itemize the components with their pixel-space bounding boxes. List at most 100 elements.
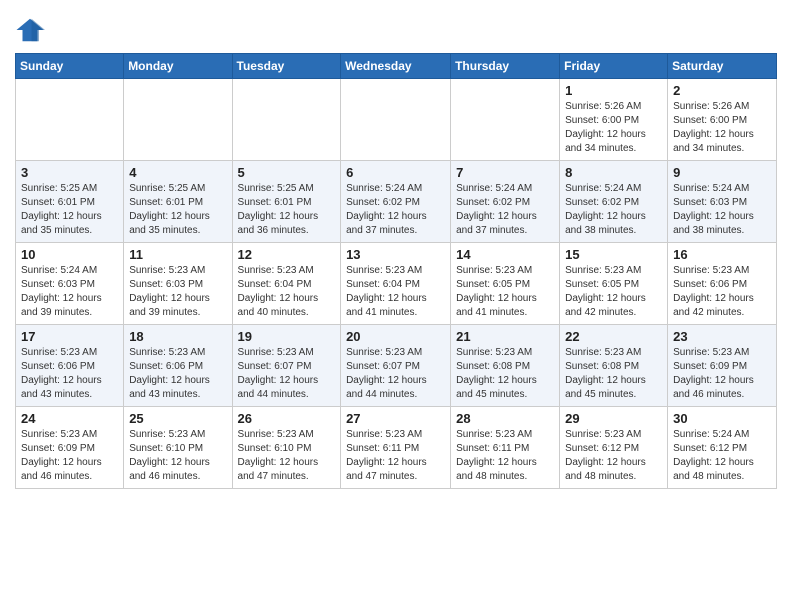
calendar-cell: 27Sunrise: 5:23 AM Sunset: 6:11 PM Dayli… — [341, 407, 451, 489]
day-info: Sunrise: 5:23 AM Sunset: 6:07 PM Dayligh… — [238, 346, 336, 402]
week-row-4: 17 Sunrise: 5:23 AM Sunset: 6:06 PM Dayli… — [16, 325, 777, 407]
week-row-5: 24 Sunrise: 5:23 AM Sunset: 6:09 PM Dayli… — [16, 407, 777, 489]
calendar-cell: 29 Sunrise: 5:23 AM Sunset: 6:12 PM Dayli… — [560, 407, 668, 489]
calendar-cell: 13Sunrise: 5:23 AM Sunset: 6:04 PM Dayli… — [341, 243, 451, 325]
calendar-cell: 30 Sunrise: 5:24 AM Sunset: 6:12 PM Dayli… — [668, 407, 777, 489]
calendar-cell — [232, 79, 341, 161]
day-number: 10 — [21, 247, 118, 262]
day-number: 16 — [673, 247, 771, 262]
calendar-table: SundayMondayTuesdayWednesdayThursdayFrid… — [15, 53, 777, 489]
logo-icon — [15, 15, 45, 45]
weekday-header-saturday: Saturday — [668, 54, 777, 79]
day-number: 8 — [565, 165, 662, 180]
day-number: 29 — [565, 411, 662, 426]
day-number: 20 — [346, 329, 445, 344]
day-info: Sunrise: 5:26 AM Sunset: 6:00 PM Dayligh… — [565, 100, 662, 156]
calendar-cell: 3 Sunrise: 5:25 AM Sunset: 6:01 PM Daylig… — [16, 161, 124, 243]
day-number: 26 — [238, 411, 336, 426]
calendar-cell: 21 Sunrise: 5:23 AM Sunset: 6:08 PM Dayli… — [451, 325, 560, 407]
day-info: Sunrise: 5:23 AM Sunset: 6:11 PM Dayligh… — [456, 428, 554, 484]
day-info: Sunrise: 5:23 AM Sunset: 6:05 PM Dayligh… — [456, 264, 554, 320]
day-info: Sunrise: 5:24 AM Sunset: 6:03 PM Dayligh… — [21, 264, 118, 320]
weekday-header-sunday: Sunday — [16, 54, 124, 79]
day-number: 2 — [673, 83, 771, 98]
weekday-header-friday: Friday — [560, 54, 668, 79]
calendar-cell: 18 Sunrise: 5:23 AM Sunset: 6:06 PM Dayli… — [124, 325, 232, 407]
day-number: 3 — [21, 165, 118, 180]
day-info: Sunrise: 5:23 AM Sunset: 6:09 PM Dayligh… — [21, 428, 118, 484]
calendar-cell: 9 Sunrise: 5:24 AM Sunset: 6:03 PM Daylig… — [668, 161, 777, 243]
day-info: Sunrise: 5:23 AM Sunset: 6:06 PM Dayligh… — [21, 346, 118, 402]
day-info: Sunrise: 5:24 AM Sunset: 6:12 PM Dayligh… — [673, 428, 771, 484]
weekday-header-tuesday: Tuesday — [232, 54, 341, 79]
day-number: 12 — [238, 247, 336, 262]
day-number: 28 — [456, 411, 554, 426]
week-row-2: 3 Sunrise: 5:25 AM Sunset: 6:01 PM Daylig… — [16, 161, 777, 243]
logo — [15, 15, 47, 45]
day-info: Sunrise: 5:23 AM Sunset: 6:04 PM Dayligh… — [346, 264, 445, 320]
day-info: Sunrise: 5:24 AM Sunset: 6:02 PM Dayligh… — [565, 182, 662, 238]
day-number: 30 — [673, 411, 771, 426]
day-number: 17 — [21, 329, 118, 344]
day-info: Sunrise: 5:23 AM Sunset: 6:05 PM Dayligh… — [565, 264, 662, 320]
day-number: 4 — [129, 165, 226, 180]
calendar-cell: 8 Sunrise: 5:24 AM Sunset: 6:02 PM Daylig… — [560, 161, 668, 243]
calendar-cell: 2 Sunrise: 5:26 AM Sunset: 6:00 PM Daylig… — [668, 79, 777, 161]
day-info: Sunrise: 5:23 AM Sunset: 6:06 PM Dayligh… — [129, 346, 226, 402]
day-number: 19 — [238, 329, 336, 344]
calendar-cell: 6 Sunrise: 5:24 AM Sunset: 6:02 PM Daylig… — [341, 161, 451, 243]
day-info: Sunrise: 5:24 AM Sunset: 6:02 PM Dayligh… — [346, 182, 445, 238]
day-info: Sunrise: 5:24 AM Sunset: 6:02 PM Dayligh… — [456, 182, 554, 238]
calendar-cell: 28 Sunrise: 5:23 AM Sunset: 6:11 PM Dayli… — [451, 407, 560, 489]
calendar-cell: 22Sunrise: 5:23 AM Sunset: 6:08 PM Dayli… — [560, 325, 668, 407]
calendar-cell: 24 Sunrise: 5:23 AM Sunset: 6:09 PM Dayli… — [16, 407, 124, 489]
calendar-cell: 14 Sunrise: 5:23 AM Sunset: 6:05 PM Dayli… — [451, 243, 560, 325]
weekday-header-monday: Monday — [124, 54, 232, 79]
calendar-cell: 19 Sunrise: 5:23 AM Sunset: 6:07 PM Dayli… — [232, 325, 341, 407]
day-info: Sunrise: 5:23 AM Sunset: 6:04 PM Dayligh… — [238, 264, 336, 320]
day-info: Sunrise: 5:23 AM Sunset: 6:06 PM Dayligh… — [673, 264, 771, 320]
day-info: Sunrise: 5:25 AM Sunset: 6:01 PM Dayligh… — [21, 182, 118, 238]
calendar-cell — [124, 79, 232, 161]
day-number: 6 — [346, 165, 445, 180]
day-number: 11 — [129, 247, 226, 262]
calendar-cell: 17 Sunrise: 5:23 AM Sunset: 6:06 PM Dayli… — [16, 325, 124, 407]
calendar-cell: 10 Sunrise: 5:24 AM Sunset: 6:03 PM Dayli… — [16, 243, 124, 325]
calendar-cell: 5 Sunrise: 5:25 AM Sunset: 6:01 PM Daylig… — [232, 161, 341, 243]
weekday-header-row: SundayMondayTuesdayWednesdayThursdayFrid… — [16, 54, 777, 79]
day-number: 5 — [238, 165, 336, 180]
calendar-cell — [341, 79, 451, 161]
day-info: Sunrise: 5:24 AM Sunset: 6:03 PM Dayligh… — [673, 182, 771, 238]
day-number: 23 — [673, 329, 771, 344]
day-number: 22 — [565, 329, 662, 344]
week-row-1: 1 Sunrise: 5:26 AM Sunset: 6:00 PM Daylig… — [16, 79, 777, 161]
weekday-header-wednesday: Wednesday — [341, 54, 451, 79]
calendar-cell: 20Sunrise: 5:23 AM Sunset: 6:07 PM Dayli… — [341, 325, 451, 407]
day-info: Sunrise: 5:23 AM Sunset: 6:08 PM Dayligh… — [456, 346, 554, 402]
calendar-cell: 25Sunrise: 5:23 AM Sunset: 6:10 PM Dayli… — [124, 407, 232, 489]
calendar-cell: 11Sunrise: 5:23 AM Sunset: 6:03 PM Dayli… — [124, 243, 232, 325]
day-info: Sunrise: 5:23 AM Sunset: 6:12 PM Dayligh… — [565, 428, 662, 484]
day-info: Sunrise: 5:23 AM Sunset: 6:11 PM Dayligh… — [346, 428, 445, 484]
day-number: 21 — [456, 329, 554, 344]
calendar-cell: 4 Sunrise: 5:25 AM Sunset: 6:01 PM Daylig… — [124, 161, 232, 243]
day-number: 14 — [456, 247, 554, 262]
day-info: Sunrise: 5:25 AM Sunset: 6:01 PM Dayligh… — [238, 182, 336, 238]
weekday-header-thursday: Thursday — [451, 54, 560, 79]
day-info: Sunrise: 5:23 AM Sunset: 6:09 PM Dayligh… — [673, 346, 771, 402]
day-number: 1 — [565, 83, 662, 98]
day-number: 18 — [129, 329, 226, 344]
week-row-3: 10 Sunrise: 5:24 AM Sunset: 6:03 PM Dayli… — [16, 243, 777, 325]
day-number: 9 — [673, 165, 771, 180]
calendar-cell: 16 Sunrise: 5:23 AM Sunset: 6:06 PM Dayli… — [668, 243, 777, 325]
day-info: Sunrise: 5:26 AM Sunset: 6:00 PM Dayligh… — [673, 100, 771, 156]
calendar-cell: 15Sunrise: 5:23 AM Sunset: 6:05 PM Dayli… — [560, 243, 668, 325]
day-number: 24 — [21, 411, 118, 426]
calendar-cell — [451, 79, 560, 161]
day-info: Sunrise: 5:23 AM Sunset: 6:10 PM Dayligh… — [129, 428, 226, 484]
calendar-cell: 23 Sunrise: 5:23 AM Sunset: 6:09 PM Dayli… — [668, 325, 777, 407]
calendar-cell: 1 Sunrise: 5:26 AM Sunset: 6:00 PM Daylig… — [560, 79, 668, 161]
day-info: Sunrise: 5:25 AM Sunset: 6:01 PM Dayligh… — [129, 182, 226, 238]
calendar-cell: 26Sunrise: 5:23 AM Sunset: 6:10 PM Dayli… — [232, 407, 341, 489]
page: SundayMondayTuesdayWednesdayThursdayFrid… — [0, 0, 792, 504]
